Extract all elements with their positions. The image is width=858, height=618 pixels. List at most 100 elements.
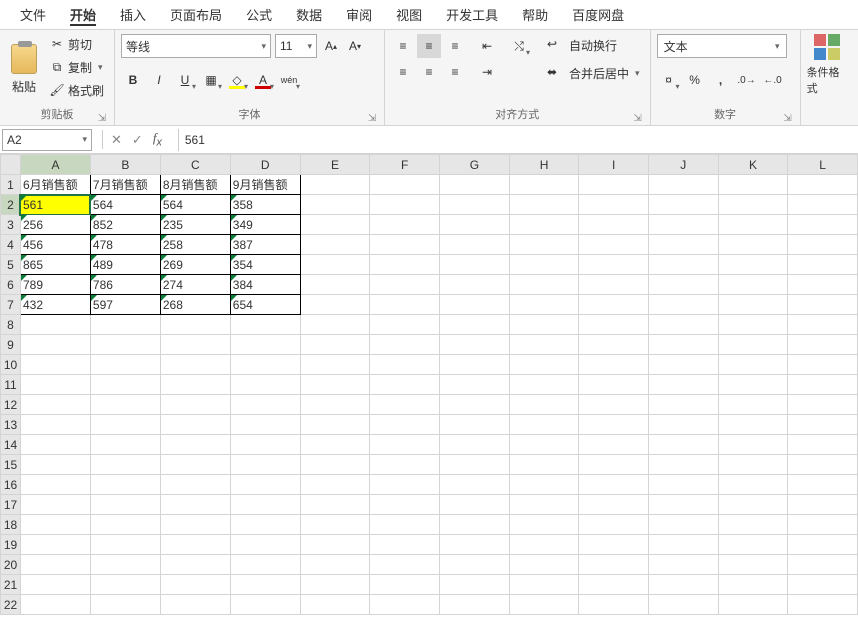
cell[interactable]: 564 [160, 195, 230, 215]
cell[interactable] [370, 515, 440, 535]
cell[interactable] [718, 175, 788, 195]
row-header[interactable]: 16 [1, 475, 21, 495]
column-header[interactable]: B [90, 155, 160, 175]
align-left-button[interactable]: ≡ [391, 60, 415, 84]
cell[interactable] [90, 315, 160, 335]
column-header[interactable]: I [579, 155, 649, 175]
cell[interactable] [300, 335, 370, 355]
cell[interactable] [90, 535, 160, 555]
cell[interactable] [370, 495, 440, 515]
cell[interactable] [370, 595, 440, 615]
cell[interactable] [20, 575, 90, 595]
cell[interactable] [300, 295, 370, 315]
cell[interactable] [718, 535, 788, 555]
cell[interactable] [300, 575, 370, 595]
cell[interactable] [20, 435, 90, 455]
cell[interactable] [300, 195, 370, 215]
cell[interactable] [509, 275, 579, 295]
cancel-formula-button[interactable]: ✕ [111, 132, 122, 148]
cell[interactable] [579, 475, 649, 495]
menu-baidu[interactable]: 百度网盘 [560, 1, 636, 28]
cell[interactable] [20, 595, 90, 615]
cell[interactable] [579, 315, 649, 335]
cell[interactable] [160, 375, 230, 395]
decrease-font-button[interactable]: A▾ [345, 34, 365, 58]
cell[interactable] [370, 395, 440, 415]
cell[interactable] [440, 455, 510, 475]
fx-icon[interactable]: fx [153, 130, 162, 149]
cell[interactable] [230, 575, 300, 595]
cell[interactable] [440, 335, 510, 355]
cell[interactable] [718, 315, 788, 335]
cell[interactable] [509, 235, 579, 255]
number-launcher-icon[interactable]: ⇲ [782, 111, 794, 123]
cell[interactable] [20, 355, 90, 375]
cell[interactable] [90, 355, 160, 375]
border-button[interactable]: ▦ [199, 68, 223, 92]
cell[interactable]: 456 [20, 235, 90, 255]
menu-review[interactable]: 审阅 [334, 1, 384, 28]
cell[interactable] [788, 495, 858, 515]
cell[interactable] [579, 415, 649, 435]
row-header[interactable]: 18 [1, 515, 21, 535]
cell[interactable] [509, 315, 579, 335]
cell[interactable] [440, 235, 510, 255]
cell[interactable] [230, 355, 300, 375]
cell[interactable] [230, 375, 300, 395]
cell[interactable]: 358 [230, 195, 300, 215]
cell[interactable] [160, 575, 230, 595]
column-header[interactable]: J [648, 155, 718, 175]
cell[interactable]: 7月销售额 [90, 175, 160, 195]
increase-decimal-button[interactable]: .0→ [735, 68, 759, 92]
cell[interactable] [440, 515, 510, 535]
menu-insert[interactable]: 插入 [108, 1, 158, 28]
increase-indent-button[interactable]: ⇥ [475, 60, 499, 84]
cell[interactable] [718, 575, 788, 595]
formula-input[interactable]: 561 [178, 129, 858, 151]
cell[interactable] [370, 415, 440, 435]
cell[interactable] [788, 415, 858, 435]
cell[interactable] [509, 415, 579, 435]
cell[interactable] [718, 355, 788, 375]
cell[interactable] [300, 415, 370, 435]
cell[interactable] [90, 395, 160, 415]
cell[interactable] [230, 335, 300, 355]
cell[interactable] [509, 215, 579, 235]
cell[interactable] [718, 515, 788, 535]
row-header[interactable]: 8 [1, 315, 21, 335]
cell[interactable] [20, 515, 90, 535]
cell[interactable] [370, 575, 440, 595]
cell[interactable]: 597 [90, 295, 160, 315]
number-format-select[interactable]: 文本 ▾ [657, 34, 787, 58]
cell[interactable] [440, 215, 510, 235]
cell[interactable] [160, 435, 230, 455]
row-header[interactable]: 22 [1, 595, 21, 615]
cell[interactable] [300, 315, 370, 335]
wrap-text-button[interactable]: ↩ 自动换行 [543, 34, 644, 56]
align-bottom-button[interactable]: ≡ [443, 34, 467, 58]
row-header[interactable]: 14 [1, 435, 21, 455]
row-header[interactable]: 2 [1, 195, 21, 215]
cell[interactable] [440, 595, 510, 615]
cell[interactable] [160, 395, 230, 415]
cell[interactable] [509, 535, 579, 555]
cell[interactable] [579, 595, 649, 615]
font-color-button[interactable]: A [251, 68, 275, 92]
bold-button[interactable]: B [121, 68, 145, 92]
cell[interactable] [440, 535, 510, 555]
cell[interactable] [300, 235, 370, 255]
cell[interactable]: 786 [90, 275, 160, 295]
cell[interactable] [718, 435, 788, 455]
cell[interactable] [509, 495, 579, 515]
format-painter-button[interactable]: 🖌 格式刷 [46, 80, 108, 100]
cell[interactable]: 354 [230, 255, 300, 275]
alignment-launcher-icon[interactable]: ⇲ [632, 111, 644, 123]
cell[interactable] [440, 355, 510, 375]
cell[interactable] [648, 535, 718, 555]
row-header[interactable]: 4 [1, 235, 21, 255]
cell[interactable] [370, 175, 440, 195]
cell[interactable] [300, 395, 370, 415]
cell[interactable] [20, 475, 90, 495]
cell[interactable] [579, 515, 649, 535]
cell[interactable] [440, 195, 510, 215]
